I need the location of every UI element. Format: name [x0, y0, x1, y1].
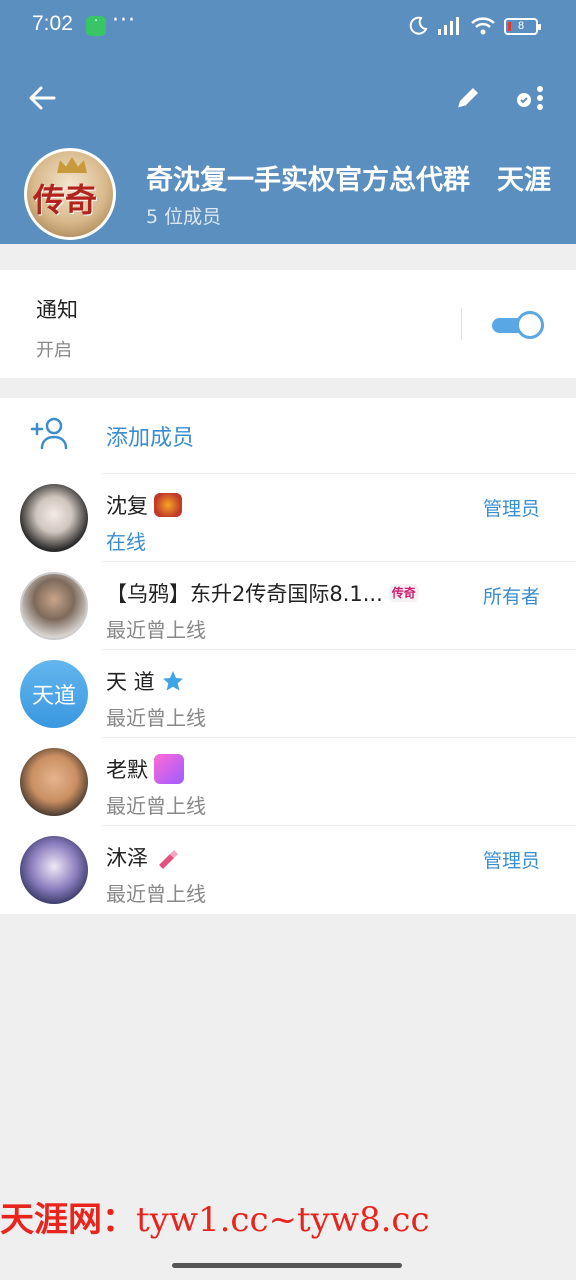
signal-icon: [438, 17, 459, 35]
add-user-icon: [30, 417, 68, 450]
status-bar: 7:02 ▪ ··· 8: [0, 0, 576, 52]
member-status: 在线: [106, 530, 146, 554]
member-name: 【乌鸦】东升2传奇国际8.1...: [106, 582, 383, 606]
member-count: 5 位成员: [146, 206, 222, 228]
wifi-icon: [471, 17, 495, 35]
member-name: 老默: [106, 758, 148, 782]
members-section: 添加成员 沈复 在线 管理员 【乌鸦】东升2传奇国际8.1... 传奇 最近曾上…: [0, 398, 576, 914]
group-avatar[interactable]: 传奇: [24, 148, 116, 240]
status-time: 7:02: [32, 12, 73, 35]
profile-header: 7:02 ▪ ··· 8 传奇 奇沈复一手实权官方总代群 天涯 5 位成员: [0, 0, 576, 244]
group-logo: 传奇: [33, 181, 98, 219]
group-title: 奇沈复一手实权官方总代群 天涯: [146, 165, 551, 196]
notifications-state: 开启: [36, 340, 72, 361]
notifications-label: 通知: [36, 298, 78, 322]
add-member-label: 添加成员: [106, 426, 195, 451]
member-status: 最近曾上线: [106, 882, 206, 906]
star-icon: [162, 671, 183, 691]
divider: [461, 308, 462, 340]
do-not-disturb-icon: [409, 16, 428, 35]
member-name: 沐泽: [106, 846, 148, 870]
member-status: 最近曾上线: [106, 794, 206, 818]
member-name: 天 道: [106, 670, 155, 694]
member-status: 最近曾上线: [106, 706, 206, 730]
more-notifications-icon: ···: [112, 8, 136, 33]
list-item[interactable]: 老默 最近曾上线: [0, 738, 576, 826]
legend-emoji-icon: 传奇: [388, 584, 419, 602]
list-item[interactable]: 天道 天 道 最近曾上线: [0, 650, 576, 738]
list-item[interactable]: 沐泽 最近曾上线 管理员: [0, 826, 576, 914]
member-role: 管理员: [482, 850, 540, 872]
notifications-setting[interactable]: 通知 开启: [0, 270, 576, 378]
crown-icon: [57, 157, 87, 173]
watermark: 天涯网：tyw1.cc~tyw8.cc: [0, 1192, 576, 1240]
avatar: [20, 484, 88, 552]
more-vertical-icon: [517, 86, 543, 110]
list-item[interactable]: 沈复 在线 管理员: [0, 474, 576, 562]
more-options-button[interactable]: [508, 80, 552, 116]
member-name: 沈复: [106, 494, 148, 518]
watermark-site: 天涯网：: [0, 1200, 136, 1240]
home-indicator[interactable]: [172, 1263, 402, 1268]
battery-icon: 8: [504, 17, 541, 35]
edit-button[interactable]: [450, 80, 486, 116]
list-item[interactable]: 【乌鸦】东升2传奇国际8.1... 传奇 最近曾上线 所有者: [0, 562, 576, 650]
member-status: 最近曾上线: [106, 618, 206, 642]
member-role: 管理员: [482, 498, 540, 520]
avatar: 天道: [20, 660, 88, 728]
pencil-icon: [457, 88, 478, 109]
sticker-icon: [154, 754, 184, 784]
notifications-toggle[interactable]: [492, 308, 544, 342]
arrow-left-icon: [29, 86, 56, 110]
add-member-button[interactable]: 添加成员: [0, 398, 576, 474]
lipstick-icon: [159, 850, 178, 869]
avatar: [20, 836, 88, 904]
watermark-url: tyw1.cc~tyw8.cc: [136, 1200, 430, 1240]
avatar: [20, 572, 88, 640]
avatar: [20, 748, 88, 816]
battery-level: 8: [517, 20, 525, 32]
gift-emoji-icon: [154, 493, 182, 517]
back-button[interactable]: [22, 80, 62, 116]
member-role: 所有者: [482, 586, 540, 608]
app-notification-icon: ▪: [86, 16, 106, 36]
